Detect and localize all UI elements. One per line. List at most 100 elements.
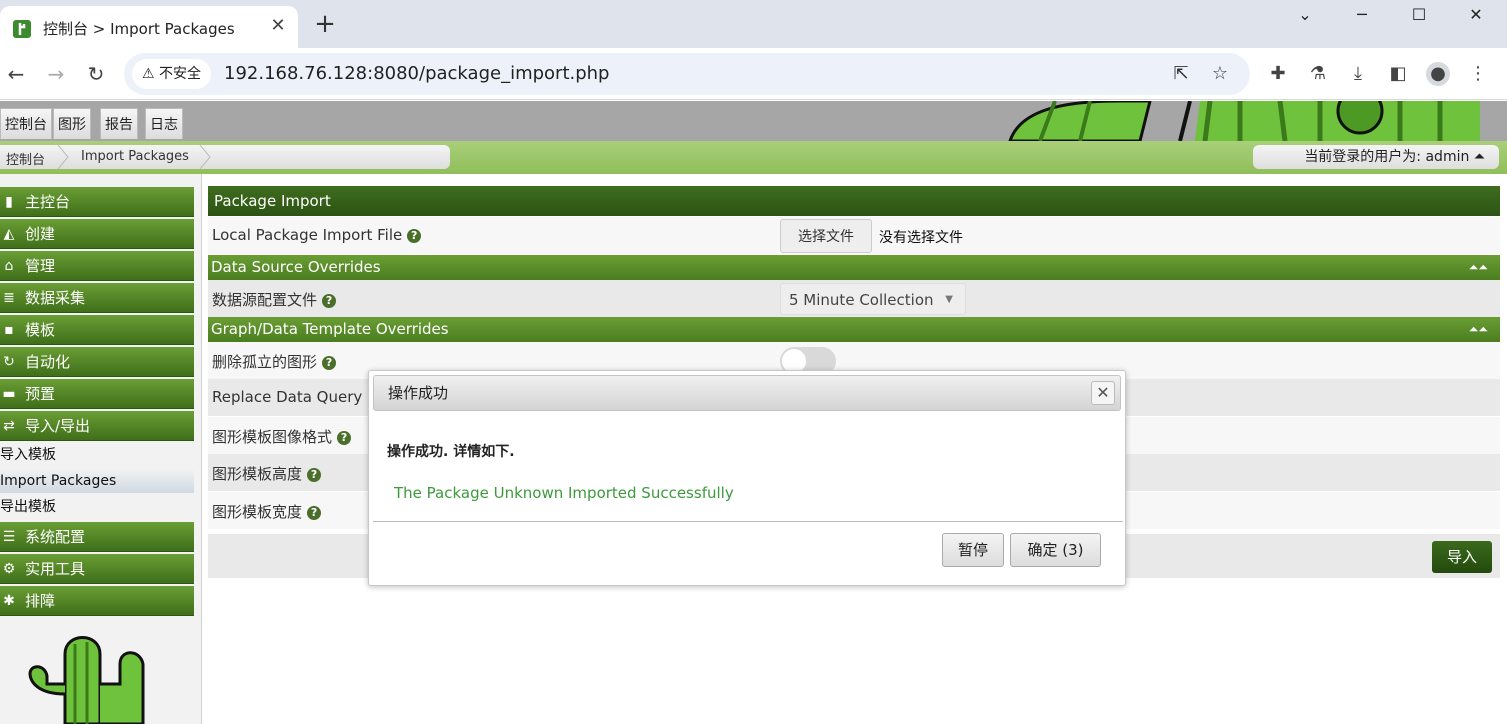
- sidebar-subitem-import-packages[interactable]: Import Packages: [0, 469, 194, 493]
- sidebar-item-troubleshooting[interactable]: ✱ 排障: [0, 586, 194, 616]
- dialog-divider: [373, 521, 1123, 522]
- sidebar-item-automation[interactable]: ↻ 自动化: [0, 347, 194, 377]
- sidebar-item-main-console[interactable]: ▮ 主控台: [0, 187, 194, 217]
- width-label: 图形模板宽度: [212, 503, 303, 521]
- breadcrumb-bar: 控制台 Import Packages 当前登录的用户为: admin ⏶: [0, 141, 1507, 174]
- help-icon[interactable]: ?: [407, 229, 422, 243]
- security-chip[interactable]: ⚠ 不安全: [132, 59, 212, 89]
- tab-console[interactable]: 控制台: [0, 108, 52, 139]
- back-icon[interactable]: ←: [2, 60, 30, 88]
- close-window-icon[interactable]: ✕: [1456, 4, 1496, 26]
- sidebar-item-presets[interactable]: ▬ 预置: [0, 379, 194, 409]
- sidebar-item-management[interactable]: ⌂ 管理: [0, 251, 194, 281]
- download-icon[interactable]: ⤓: [1346, 62, 1370, 86]
- breadcrumb-separator-icon: [199, 145, 211, 169]
- panel-title: Package Import: [208, 186, 1500, 216]
- breadcrumb-import-packages[interactable]: Import Packages: [81, 149, 189, 164]
- ds-overrides-title: Data Source Overrides: [211, 258, 381, 276]
- exchange-icon: ⇄: [3, 418, 15, 434]
- dialog-result: The Package Unknown Imported Successfull…: [394, 484, 734, 502]
- ds-profile-select[interactable]: 5 Minute Collection ▼: [780, 283, 966, 315]
- browser-toolbar: ← → ↻ ⚠ 不安全 192.168.76.128:8080/package_…: [0, 48, 1507, 100]
- sidebar: ▮ 主控台 ◭ 创建 ⌂ 管理 ≣ 数据采集 ▪ 模板 ↻ 自动化 ▬ 预置 ⇄ 导入/导出 导…: [0, 174, 202, 724]
- tab-close-icon[interactable]: ✕: [266, 14, 290, 38]
- help-icon[interactable]: ?: [322, 356, 337, 370]
- image-format-label: 图形模板图像格式: [212, 428, 333, 446]
- tab-graphs[interactable]: 图形: [53, 108, 91, 139]
- labs-icon[interactable]: ⚗: [1306, 62, 1330, 86]
- remove-orphans-label: 删除孤立的图形: [212, 353, 318, 371]
- minimize-icon[interactable]: ─: [1342, 4, 1382, 26]
- forward-icon[interactable]: →: [42, 60, 70, 88]
- tab-logs[interactable]: 日志: [145, 108, 183, 139]
- template-icon: ▪: [4, 322, 14, 338]
- breadcrumb: 控制台 Import Packages: [0, 145, 450, 169]
- pause-button[interactable]: 暂停: [942, 533, 1004, 567]
- cacti-header-art: [1008, 101, 1480, 141]
- sliders-icon: ☰: [2, 529, 16, 545]
- refresh-icon: ↻: [3, 354, 15, 370]
- help-icon[interactable]: ?: [307, 506, 322, 520]
- ok-button[interactable]: 确定 (3): [1010, 533, 1101, 567]
- height-label: 图形模板高度: [212, 465, 303, 483]
- collapse-icon[interactable]: ⏶⏶: [1469, 255, 1488, 280]
- security-label: 不安全: [159, 66, 202, 82]
- profile-avatar-icon[interactable]: ●: [1426, 62, 1450, 86]
- help-icon[interactable]: ?: [322, 294, 337, 308]
- cogs-icon: ⚙: [2, 561, 16, 577]
- sidebar-item-configuration[interactable]: ☰ 系统配置: [0, 522, 194, 552]
- sidebar-subitem-import-templates[interactable]: 导入模板: [0, 443, 194, 467]
- chevron-down-icon: ▼: [945, 294, 953, 305]
- help-icon[interactable]: ?: [307, 468, 322, 482]
- extensions-icon[interactable]: ✚: [1266, 62, 1290, 86]
- home-icon: ⌂: [4, 258, 14, 274]
- help-icon[interactable]: ?: [337, 431, 352, 445]
- reload-icon[interactable]: ↻: [82, 60, 110, 88]
- ds-overrides-header[interactable]: Data Source Overrides ⏶⏶: [208, 255, 1500, 280]
- new-tab-icon[interactable]: +: [312, 11, 338, 38]
- database-icon: ≣: [3, 290, 15, 306]
- cacti-header: [0, 101, 1507, 141]
- sidebar-item-utilities[interactable]: ⚙ 实用工具: [0, 554, 194, 584]
- success-dialog: 操作成功 ✕ 操作成功. 详情如下. The Package Unknown I…: [368, 370, 1126, 586]
- bookmark-star-icon[interactable]: ☆: [1209, 63, 1231, 85]
- breadcrumb-separator-icon: [57, 145, 69, 169]
- import-button[interactable]: 导入: [1432, 541, 1492, 573]
- debug-icon: ✱: [3, 593, 15, 609]
- tab-reports[interactable]: 报告: [100, 108, 138, 139]
- browser-tabbar: 控制台 > Import Packages ✕ + ⌄ ─ ☐ ✕: [0, 0, 1507, 48]
- collapse-icon[interactable]: ⏶⏶: [1469, 317, 1488, 342]
- sidebar-item-create[interactable]: ◭ 创建: [0, 219, 194, 249]
- replace-dq-label: Replace Data Query S: [212, 388, 377, 406]
- address-bar[interactable]: ⚠ 不安全 192.168.76.128:8080/package_import…: [124, 53, 1250, 95]
- sidebar-item-import-export[interactable]: ⇄ 导入/导出: [0, 411, 194, 441]
- dialog-message: 操作成功. 详情如下.: [387, 444, 515, 460]
- share-icon[interactable]: ⇱: [1170, 63, 1192, 85]
- chart-icon: ◭: [3, 226, 15, 242]
- cacti-favicon-icon: [13, 20, 31, 38]
- cacti-logo-icon: [28, 636, 145, 724]
- tab-title: 控制台 > Import Packages: [43, 20, 235, 38]
- dialog-title: 操作成功: [373, 375, 1121, 411]
- user-menu[interactable]: 当前登录的用户为: admin ⏶: [1253, 145, 1499, 169]
- choose-file-button[interactable]: 选择文件: [780, 219, 872, 253]
- ds-profile-value: 5 Minute Collection: [789, 291, 934, 309]
- preset-icon: ▬: [2, 386, 16, 402]
- menu-kebab-icon[interactable]: ⋮: [1466, 62, 1490, 86]
- breadcrumb-console[interactable]: 控制台: [6, 149, 45, 168]
- file-status: 没有选择文件: [879, 230, 963, 246]
- close-icon[interactable]: ✕: [1091, 381, 1115, 405]
- warning-icon: ⚠: [142, 66, 155, 82]
- maximize-icon[interactable]: ☐: [1399, 4, 1439, 26]
- sidebar-subitem-export-templates[interactable]: 导出模板: [0, 495, 194, 519]
- browser-tab[interactable]: 控制台 > Import Packages ✕: [0, 6, 298, 48]
- sidebar-item-templates[interactable]: ▪ 模板: [0, 315, 194, 345]
- ds-profile-label: 数据源配置文件: [212, 291, 318, 309]
- sidebar-item-data-collection[interactable]: ≣ 数据采集: [0, 283, 194, 313]
- tab-search-icon[interactable]: ⌄: [1285, 4, 1325, 26]
- url-text[interactable]: 192.168.76.128:8080/package_import.php: [224, 63, 609, 84]
- side-panel-icon[interactable]: ◧: [1386, 62, 1410, 86]
- local-file-label: Local Package Import File: [212, 226, 403, 244]
- graph-overrides-header[interactable]: Graph/Data Template Overrides ⏶⏶: [208, 317, 1500, 342]
- graph-overrides-title: Graph/Data Template Overrides: [211, 320, 449, 338]
